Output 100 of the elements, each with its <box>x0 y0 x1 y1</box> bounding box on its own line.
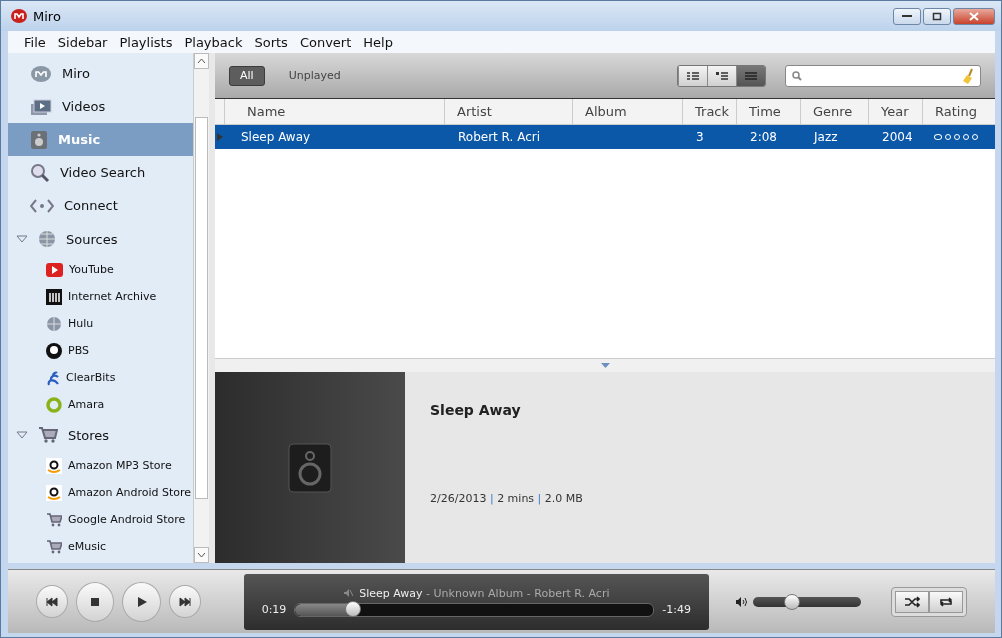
cart-icon <box>38 426 58 444</box>
view-mode-button[interactable] <box>736 65 765 86</box>
nav-item[interactable]: Internet Archive <box>8 283 193 310</box>
menu-item[interactable]: Playlists <box>119 34 173 50</box>
search-icon <box>30 162 50 183</box>
search-icon <box>792 70 802 81</box>
nav-item[interactable]: ClearBits <box>8 364 193 391</box>
column-header[interactable]: Genre <box>800 99 868 124</box>
menu-item[interactable]: Sidebar <box>57 34 108 50</box>
scrollbar[interactable] <box>193 53 209 563</box>
globe-icon <box>38 230 56 248</box>
ring-icon <box>46 396 62 413</box>
menu-item[interactable]: Playback <box>184 34 243 50</box>
disclosure-triangle-icon <box>16 431 28 439</box>
table-row[interactable]: Sleep Away Robert R. Acri 3 2:08 Jazz 2004 <box>215 125 995 149</box>
shuffle-button[interactable] <box>895 590 929 613</box>
sidebar-label: Stores <box>68 427 110 443</box>
stop-button[interactable] <box>75 581 115 622</box>
nav-item[interactable]: Miro <box>8 57 193 90</box>
elapsed-time: 0:19 <box>261 603 287 616</box>
menu-item[interactable]: Help <box>363 34 393 50</box>
minimize-icon <box>902 15 912 17</box>
sidebar-group[interactable]: Stores <box>8 418 193 452</box>
table-cell-text: Jazz <box>812 130 839 144</box>
sidebar-label: Hulu <box>68 317 94 330</box>
filter-tab[interactable]: Unplayed <box>278 65 351 86</box>
broom-icon <box>962 67 974 84</box>
menu-item[interactable]: File <box>24 34 46 50</box>
repeat-button[interactable] <box>929 590 963 613</box>
progress-slider[interactable] <box>294 602 655 617</box>
minimize-button[interactable] <box>893 7 921 25</box>
now-playing-text: Sleep Away - Unknown Album - Robert R. Acri <box>359 586 610 600</box>
nav-item[interactable]: Amazon MP3 Store <box>8 452 193 479</box>
list-compact-icon <box>715 70 729 81</box>
search-field[interactable] <box>785 64 981 87</box>
view-mode-button[interactable] <box>707 65 736 86</box>
connect-icon <box>30 197 54 214</box>
globe-icon <box>46 315 62 332</box>
column-header[interactable]: Rating <box>922 99 995 124</box>
nav-item[interactable]: PBS <box>8 337 193 364</box>
sidebar-label: YouTube <box>69 263 114 276</box>
filter-tab[interactable]: All <box>229 65 265 86</box>
cart-icon <box>46 511 62 528</box>
detail-title: Sleep Away <box>430 402 522 418</box>
view-mode-group[interactable] <box>677 64 766 87</box>
nav-item[interactable]: Amara <box>8 391 193 418</box>
sidebar-group[interactable]: Sources <box>8 222 193 256</box>
list-icon <box>744 70 758 81</box>
stop-icon <box>89 595 102 608</box>
speaker-muted-icon <box>343 588 354 598</box>
sidebar-label: Sources <box>66 231 118 247</box>
column-header[interactable]: Album <box>572 99 682 124</box>
close-icon <box>969 11 979 21</box>
sidebar-label: PBS <box>68 344 89 357</box>
play-indicator-icon <box>217 133 223 141</box>
column-header[interactable]: Year <box>868 99 922 124</box>
column-header[interactable]: Time <box>736 99 800 124</box>
close-button[interactable] <box>953 7 995 25</box>
nav-item[interactable]: Videos <box>8 90 193 123</box>
next-icon <box>178 595 191 608</box>
menu-item[interactable]: Sorts <box>254 34 288 50</box>
menu-item[interactable]: Convert <box>299 34 352 50</box>
sidebar-label: Internet Archive <box>68 290 157 303</box>
nav-item[interactable]: Google Android Store <box>8 506 193 533</box>
sidebar-label: eMusic <box>68 540 107 553</box>
disclosure-triangle-icon <box>16 235 28 243</box>
volume-slider[interactable] <box>753 596 861 607</box>
cart-icon <box>46 538 62 555</box>
column-header[interactable]: Track <box>682 99 736 124</box>
swirl-icon <box>46 369 60 386</box>
next-button[interactable] <box>168 585 201 618</box>
sidebar-label: Amara <box>68 398 105 411</box>
nav-item[interactable]: Connect <box>8 189 193 222</box>
volume-icon <box>735 596 747 607</box>
column-header[interactable]: Artist <box>444 99 572 124</box>
splitter-arrow-icon <box>600 363 610 368</box>
shuffle-icon <box>904 595 920 608</box>
nav-item[interactable]: eMusic <box>8 533 193 560</box>
previous-icon <box>45 595 58 608</box>
sidebar-label: Videos <box>62 99 106 114</box>
table-cell-text: 2:08 <box>749 130 778 144</box>
view-mode-button[interactable] <box>678 65 707 86</box>
table-cell-text: 3 <box>695 130 705 144</box>
speaker-icon <box>30 129 48 150</box>
nav-item[interactable]: YouTube <box>8 256 193 283</box>
profile-logo-icon <box>46 342 62 359</box>
remaining-time: -1:49 <box>662 603 691 616</box>
table-cell-text: Robert R. Acri <box>457 130 541 144</box>
previous-button[interactable] <box>36 585 68 618</box>
column-header[interactable]: Name <box>224 99 444 124</box>
nav-item[interactable]: Video Search <box>8 156 193 189</box>
window-title: Miro <box>33 8 61 24</box>
repeat-icon <box>938 595 954 608</box>
nav-item[interactable]: Amazon Android Store <box>8 479 193 506</box>
nav-item[interactable]: Hulu <box>8 310 193 337</box>
sidebar-label: Amazon Android Store <box>68 486 192 499</box>
slider-thumb[interactable] <box>783 593 800 610</box>
list-detail-icon <box>686 70 700 81</box>
maximize-button[interactable] <box>923 7 951 25</box>
play-button[interactable] <box>122 581 161 622</box>
